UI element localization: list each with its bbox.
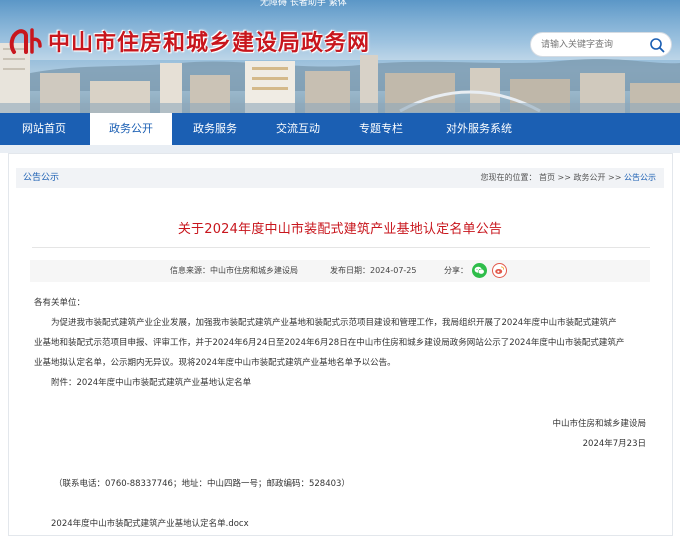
attachment-file-link[interactable]: 2024年度中山市装配式建筑产业基地认定名单.docx: [51, 517, 249, 529]
accessibility-strip[interactable]: 无障碍 长者助手 繁体: [260, 0, 370, 6]
breadcrumb-government-affairs[interactable]: 政务公开: [574, 173, 606, 182]
nav-item-interaction[interactable]: 交流互动: [257, 113, 339, 145]
weibo-icon[interactable]: [492, 263, 507, 278]
title-divider: [32, 247, 650, 248]
breadcrumb-separator: >>: [557, 173, 571, 182]
search-icon[interactable]: [649, 37, 665, 53]
article-source: 信息来源：中山市住房和城乡建设局: [170, 266, 298, 275]
paragraph-line-2: 业基地和装配式示范项目申报、评审工作，并于2024年6月24日至2024年6月2…: [34, 338, 625, 348]
breadcrumb-bar: 公告公示 您现在的位置： 首页 >> 政务公开 >> 公告公示: [16, 168, 664, 188]
wechat-icon[interactable]: [472, 263, 487, 278]
search-input[interactable]: [541, 36, 649, 54]
paragraph-line-3: 业基地拟认定名单，公示期内无异议。现将2024年度中山市装配式建筑产业基地名单予…: [34, 358, 396, 368]
paragraph-line-1: 为促进我市装配式建筑产业企业发展，加强我市装配式建筑产业基地和装配式示范项目建设…: [51, 318, 617, 328]
building-logo-icon: [9, 28, 42, 54]
nav-item-home[interactable]: 网站首页: [0, 113, 88, 145]
site-title[interactable]: 中山市住房和城乡建设局政务网: [48, 25, 370, 57]
nav-item-government-services[interactable]: 政务服务: [174, 113, 256, 145]
breadcrumb-home[interactable]: 首页: [539, 173, 555, 182]
nav-shadow-band: [0, 145, 680, 153]
main-nav: 网站首页 政务公开 政务服务 交流互动 专题专栏 对外服务系统: [0, 113, 680, 145]
nav-item-government-affairs[interactable]: 政务公开: [90, 113, 172, 145]
section-title[interactable]: 公告公示: [23, 168, 59, 188]
signature-org: 中山市住房和城乡建设局: [552, 419, 646, 429]
breadcrumb-current[interactable]: 公告公示: [624, 173, 656, 182]
breadcrumb-label: 您现在的位置：: [480, 173, 537, 182]
nav-item-external-services[interactable]: 对外服务系统: [424, 113, 534, 145]
signature-date: 2024年7月23日: [582, 439, 646, 449]
share-label: 分享：: [444, 266, 468, 275]
attachment-note: 附件：2024年度中山市装配式建筑产业基地认定名单: [51, 378, 252, 388]
contact-info: （联系电话：0760-88337746；地址：中山四路一号；邮政编码：52840…: [54, 479, 350, 489]
breadcrumb: 您现在的位置： 首页 >> 政务公开 >> 公告公示: [480, 168, 656, 188]
search-box: [530, 32, 672, 57]
nav-item-topics[interactable]: 专题专栏: [340, 113, 422, 145]
article-meta-bar: 信息来源：中山市住房和城乡建设局 发布日期：2024-07-25 分享：: [30, 260, 650, 282]
breadcrumb-separator: >>: [608, 173, 622, 182]
article-date: 发布日期：2024-07-25: [330, 266, 417, 275]
article-title: 关于2024年度中山市装配式建筑产业基地认定名单公告: [177, 222, 503, 237]
letter-greeting: 各有关单位：: [34, 298, 86, 308]
